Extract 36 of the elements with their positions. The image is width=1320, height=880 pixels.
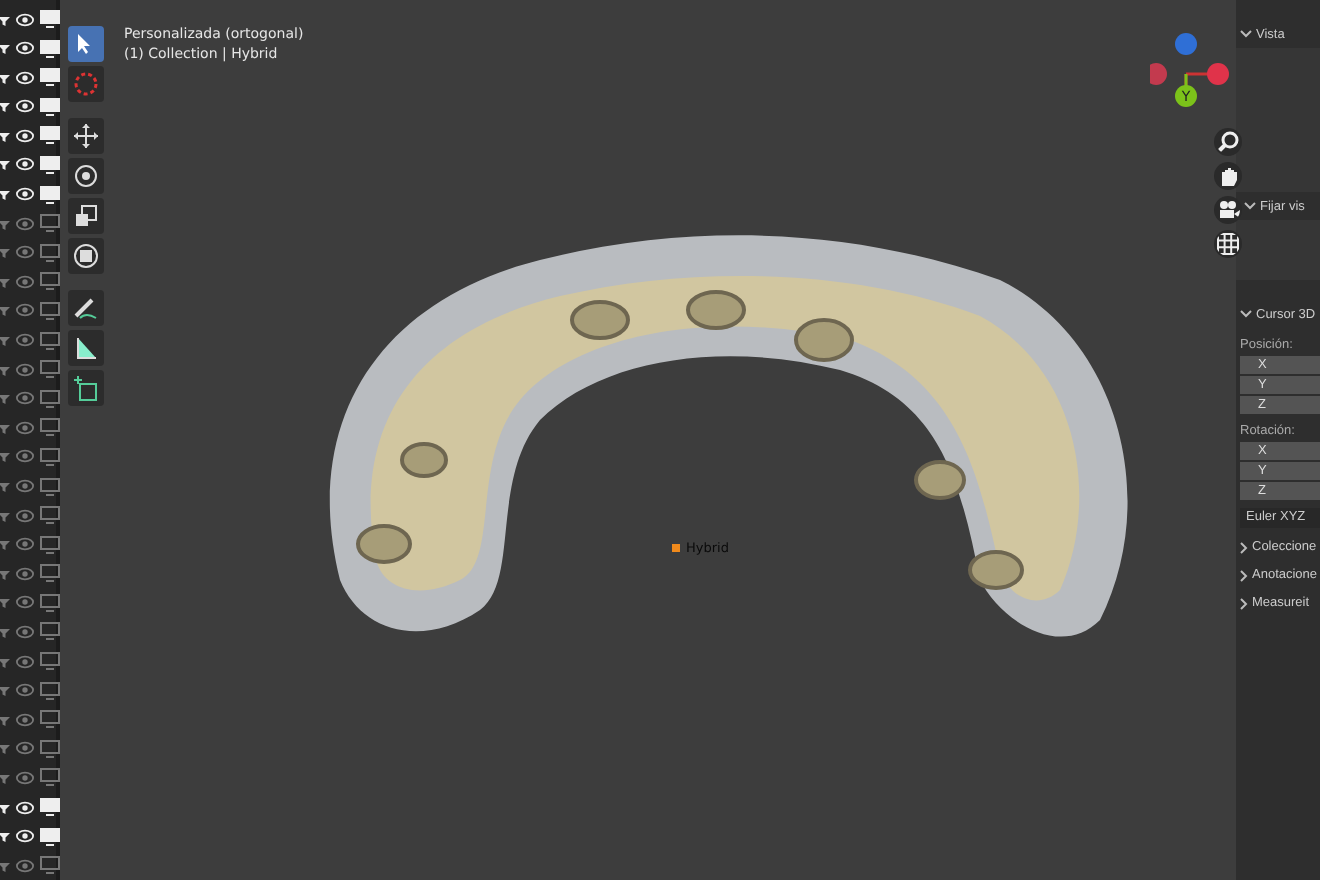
monitor-icon[interactable]: [40, 798, 60, 817]
zoom-icon[interactable]: [1214, 128, 1242, 156]
annotate-tool-button[interactable]: [68, 290, 104, 326]
move-tool-button[interactable]: [68, 118, 104, 154]
add-cube-icon: [72, 374, 100, 402]
camera-icon[interactable]: [1214, 196, 1242, 224]
monitor-icon[interactable]: [40, 39, 60, 58]
monitor-icon[interactable]: [40, 185, 60, 204]
monitor-icon[interactable]: [40, 97, 60, 116]
object-origin-icon: [672, 544, 680, 552]
rotate-tool-button[interactable]: [68, 158, 104, 194]
crosshair-circle-icon: [72, 70, 100, 98]
monitor-icon[interactable]: [40, 68, 60, 87]
monitor-icon[interactable]: [40, 155, 60, 174]
chevron-down-icon: [1240, 30, 1252, 38]
hand-icon[interactable]: [1214, 162, 1242, 190]
transform-circle-icon: [72, 242, 100, 270]
transform-tool-button[interactable]: [68, 238, 104, 274]
four-arrows-icon: [72, 122, 100, 150]
rotate-circle-icon: [72, 162, 100, 190]
add-tool-button[interactable]: [68, 370, 104, 406]
scale-tool-button[interactable]: [68, 198, 104, 234]
ruler-icon: [72, 334, 100, 362]
monitor-icon[interactable]: [40, 126, 60, 145]
chevron-right-icon: [1240, 541, 1248, 553]
chevron-right-icon: [1240, 569, 1248, 581]
monitor-icon[interactable]: [40, 10, 60, 28]
monitor-icon[interactable]: [40, 827, 60, 846]
scale-square-icon: [72, 202, 100, 230]
select-tool-button[interactable]: [68, 26, 104, 62]
measure-tool-button[interactable]: [68, 330, 104, 366]
chevron-right-icon: [1240, 597, 1248, 609]
pencil-icon: [72, 294, 100, 322]
chevron-down-icon: [1244, 202, 1256, 210]
grid-icon[interactable]: [1214, 230, 1242, 258]
chevron-down-icon: [1240, 310, 1252, 318]
